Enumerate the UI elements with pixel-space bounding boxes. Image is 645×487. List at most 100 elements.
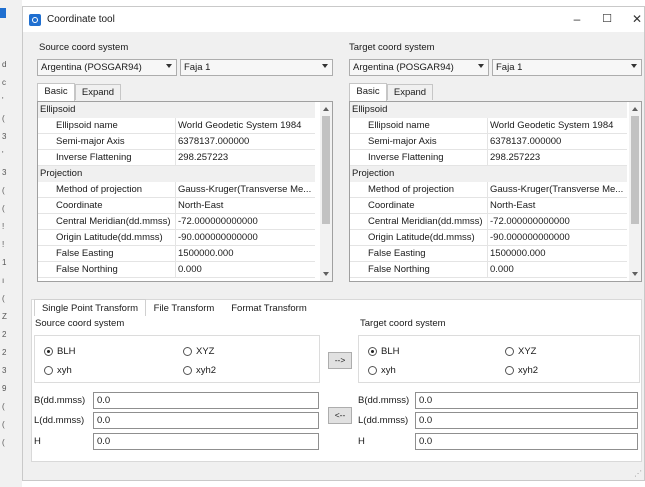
property-row[interactable]: False Northing 0.000 <box>38 262 315 278</box>
background-window-edge: d c ' (3 ' 3 ((!! 1 ı (Z 2 2 3 9 ((( <box>0 0 22 487</box>
target-l-value: 0.0 <box>419 415 433 426</box>
source-l-input[interactable]: 0.0 <box>93 412 319 429</box>
scroll-thumb[interactable] <box>322 116 330 224</box>
property-key: False Easting <box>56 248 114 259</box>
property-key: Semi-major Axis <box>56 136 125 147</box>
property-key: False Northing <box>368 264 430 275</box>
source-b-input[interactable]: 0.0 <box>93 392 319 409</box>
property-row[interactable]: False Northing 0.000 <box>350 262 627 278</box>
property-row[interactable]: Method of projection Gauss-Kruger(Transve… <box>350 182 627 198</box>
background-char: 3 <box>2 168 7 177</box>
property-value: 1500000.000 <box>178 248 234 259</box>
property-category[interactable]: Ellipsoid <box>350 102 627 118</box>
source-h-value: 0.0 <box>97 436 111 447</box>
property-row[interactable]: Method of projection Gauss-Kruger(Transve… <box>38 182 315 198</box>
property-key: Ellipsoid name <box>56 120 118 131</box>
property-row[interactable]: Origin Latitude(dd.mmss) -90.000000000000 <box>38 230 315 246</box>
property-row[interactable]: Coordinate North-East <box>350 198 627 214</box>
tab-source-basic[interactable]: Basic <box>37 83 75 101</box>
background-char: 3 <box>2 132 7 141</box>
property-row[interactable]: Inverse Flattening 298.257223 <box>350 150 627 166</box>
source-blh-radio[interactable] <box>44 347 53 356</box>
source-zone-select[interactable]: Faja 1 <box>180 59 333 76</box>
target-xyz-radio[interactable] <box>505 347 514 356</box>
scroll-down-icon[interactable] <box>632 272 638 276</box>
tab-target-basic[interactable]: Basic <box>349 83 387 101</box>
transform-panel: Single Point Transform File Transform Fo… <box>31 299 642 462</box>
scroll-thumb[interactable] <box>631 116 639 224</box>
resize-grip-icon[interactable]: ⋰ <box>634 469 642 478</box>
property-row[interactable]: Origin Latitude(dd.mmss) -90.000000000000 <box>350 230 627 246</box>
property-category[interactable]: Projection <box>350 166 627 182</box>
background-char: 2 <box>2 348 7 357</box>
target-blh-radio[interactable] <box>368 347 377 356</box>
transform-forward-button[interactable]: --> <box>328 352 352 369</box>
source-xyz-radio[interactable] <box>183 347 192 356</box>
property-key: Ellipsoid name <box>368 120 430 131</box>
target-h-value: 0.0 <box>419 436 433 447</box>
source-property-grid[interactable]: Ellipsoid Ellipsoid name World Geodetic Sy… <box>37 101 333 282</box>
target-xyh2-radio[interactable] <box>505 366 514 375</box>
property-row[interactable]: Central Meridian(dd.mmss) -72.00000000000… <box>38 214 315 230</box>
background-char: ( <box>2 420 5 429</box>
target-zone-value: Faja 1 <box>496 62 523 73</box>
tab-source-expand[interactable]: Expand <box>75 84 121 100</box>
target-l-input[interactable]: 0.0 <box>415 412 638 429</box>
source-h-input[interactable]: 0.0 <box>93 433 319 450</box>
source-blh-label: BLH <box>57 346 76 357</box>
property-category[interactable]: Ellipsoid <box>38 102 315 118</box>
transform-back-button[interactable]: <-- <box>328 407 352 424</box>
property-key: Inverse Flattening <box>56 152 132 163</box>
property-row[interactable]: Coordinate North-East <box>38 198 315 214</box>
source-datum-value: Argentina (POSGAR94) <box>41 62 142 73</box>
property-row[interactable]: Inverse Flattening 298.257223 <box>38 150 315 166</box>
column-divider <box>487 150 488 166</box>
property-value: World Geodetic System 1984 <box>178 120 302 131</box>
target-zone-select[interactable]: Faja 1 <box>492 59 642 76</box>
property-row[interactable]: False Easting 1500000.000 <box>38 246 315 262</box>
property-row[interactable]: Ellipsoid name World Geodetic System 1984 <box>38 118 315 134</box>
source-xyh-radio[interactable] <box>44 366 53 375</box>
source-datum-select[interactable]: Argentina (POSGAR94) <box>37 59 177 76</box>
source-h-label: H <box>34 436 41 447</box>
tab-format-transform[interactable]: Format Transform <box>222 300 316 317</box>
tab-target-expand[interactable]: Expand <box>387 84 433 100</box>
property-value: Gauss-Kruger(Transverse Me... <box>178 184 312 195</box>
scroll-up-icon[interactable] <box>323 107 329 111</box>
background-char: 9 <box>2 384 7 393</box>
property-row[interactable]: False Easting 1500000.000 <box>350 246 627 262</box>
property-row[interactable]: Central Meridian(dd.mmss) -72.00000000000… <box>350 214 627 230</box>
close-button[interactable]: ✕ <box>623 10 645 28</box>
maximize-button[interactable]: ☐ <box>593 10 621 28</box>
source-xyh2-label: xyh2 <box>196 365 217 376</box>
scroll-up-icon[interactable] <box>632 107 638 111</box>
target-xyh-radio[interactable] <box>368 366 377 375</box>
source-xyh2-radio[interactable] <box>183 366 192 375</box>
property-category[interactable]: Projection <box>38 166 315 182</box>
target-datum-select[interactable]: Argentina (POSGAR94) <box>349 59 489 76</box>
property-key: Origin Latitude(dd.mmss) <box>56 232 163 243</box>
background-char: ı <box>2 276 5 285</box>
scroll-down-icon[interactable] <box>323 272 329 276</box>
source-tabs: Basic Expand <box>37 83 333 101</box>
tab-file-transform[interactable]: File Transform <box>148 300 220 317</box>
tab-single-point-transform[interactable]: Single Point Transform <box>34 299 146 316</box>
source-b-value: 0.0 <box>97 395 111 406</box>
target-property-grid[interactable]: Ellipsoid Ellipsoid name World Geodetic Sy… <box>349 101 642 282</box>
target-datum-value: Argentina (POSGAR94) <box>353 62 454 73</box>
property-value: 6378137.000000 <box>178 136 250 147</box>
background-char: ( <box>2 438 5 447</box>
target-format-group: BLH XYZ xyh xyh2 <box>358 335 640 383</box>
target-blh-label: BLH <box>381 346 400 357</box>
property-row[interactable]: Ellipsoid name World Geodetic System 1984 <box>350 118 627 134</box>
property-row[interactable]: Semi-major Axis 6378137.000000 <box>38 134 315 150</box>
column-divider <box>175 150 176 166</box>
target-b-input[interactable]: 0.0 <box>415 392 638 409</box>
property-key: Method of projection <box>368 184 455 195</box>
column-divider <box>175 134 176 150</box>
source-grid-scrollbar[interactable] <box>320 102 332 281</box>
property-row[interactable]: Semi-major Axis 6378137.000000 <box>350 134 627 150</box>
target-h-input[interactable]: 0.0 <box>415 433 638 450</box>
minimize-button[interactable]: – <box>563 10 591 28</box>
target-grid-scrollbar[interactable] <box>629 102 641 281</box>
